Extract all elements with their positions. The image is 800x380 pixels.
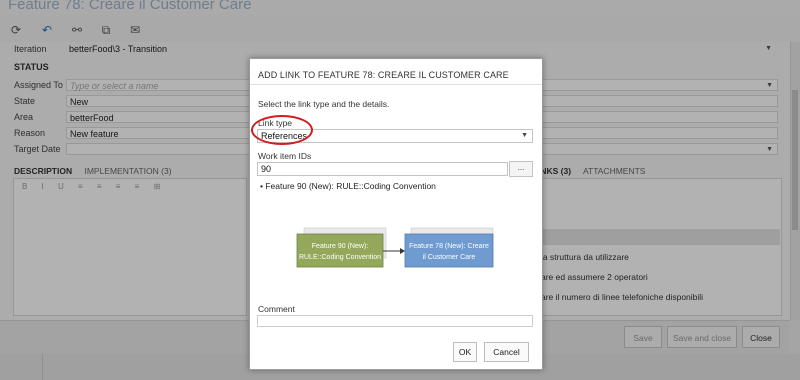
cancel-button[interactable]: Cancel bbox=[484, 342, 529, 362]
source-box-line1: Feature 90 (New): bbox=[312, 243, 368, 250]
link-preview-diagram: Feature 90 (New): RULE::Coding Conventio… bbox=[260, 211, 496, 297]
work-item-ids-input[interactable]: 90 bbox=[257, 162, 508, 176]
dialog-title: ADD LINK TO FEATURE 78: CREARE IL CUSTOM… bbox=[258, 70, 509, 80]
browse-button[interactable]: ... bbox=[509, 161, 533, 177]
chevron-down-icon: ▼ bbox=[521, 132, 528, 139]
add-link-dialog: ADD LINK TO FEATURE 78: CREARE IL CUSTOM… bbox=[249, 58, 543, 370]
comment-input[interactable] bbox=[257, 315, 533, 327]
divider bbox=[250, 84, 542, 85]
comment-label: Comment bbox=[258, 304, 295, 314]
target-box-line2: il Customer Care bbox=[423, 254, 476, 261]
source-box-line2: RULE::Coding Convention bbox=[299, 254, 381, 261]
ok-button[interactable]: OK bbox=[453, 342, 477, 362]
result-item-text: Feature 90 (New): RULE::Coding Conventio… bbox=[265, 181, 436, 191]
result-list-item: • Feature 90 (New): RULE::Coding Convent… bbox=[260, 181, 436, 191]
highlight-circle bbox=[251, 115, 313, 145]
dialog-instruction: Select the link type and the details. bbox=[258, 99, 390, 109]
work-item-ids-label: Work item IDs bbox=[258, 151, 312, 161]
target-box-line1: Feature 78 (New): Creare bbox=[409, 243, 489, 250]
target-work-item-box bbox=[404, 233, 494, 268]
source-work-item-box bbox=[296, 233, 384, 268]
